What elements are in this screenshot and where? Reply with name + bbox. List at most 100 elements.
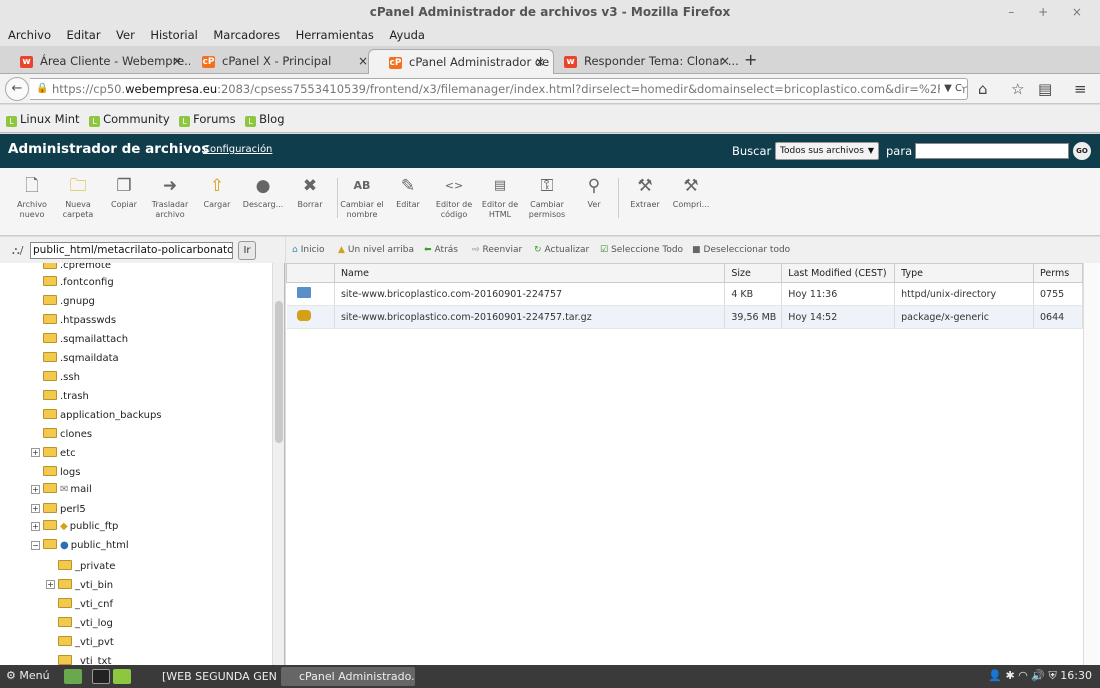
table-row[interactable]: site-www.bricoplastico.com-20160901-2247… [286, 282, 1084, 306]
shield-icon[interactable]: ⛨ [1049, 669, 1057, 682]
tree-item-perl5[interactable]: perl5 [43, 501, 86, 518]
volume-icon[interactable]: 🔊 [1031, 669, 1045, 682]
menu-historial[interactable]: Historial [144, 24, 204, 46]
expand-icon[interactable]: + [46, 580, 55, 589]
window-controls[interactable]: – + × [1008, 0, 1092, 24]
bluetooth-icon[interactable]: ✱ [1006, 669, 1015, 682]
col-size[interactable]: Size [724, 263, 783, 283]
action-select-all[interactable]: ☑ Seleccione Todo [600, 245, 683, 255]
go-button[interactable]: GO [1073, 142, 1091, 160]
tool-download[interactable]: ● Descarg... [240, 176, 286, 210]
menu-ayuda[interactable]: Ayuda [383, 24, 431, 46]
wifi-icon[interactable]: ◠ [1018, 669, 1028, 682]
col-perms[interactable]: Perms [1032, 263, 1084, 283]
tree-item-mail[interactable]: ✉ mail [43, 481, 92, 498]
close-icon[interactable]: × [358, 49, 368, 74]
menu-ver[interactable]: Ver [110, 24, 141, 46]
reload-icon[interactable]: C [955, 83, 962, 94]
go-path-button[interactable]: Ir [238, 241, 256, 260]
tool-copy[interactable]: ❐ Copiar [101, 176, 147, 210]
tree-item-application-backups[interactable]: application_backups [43, 407, 162, 424]
col-name[interactable]: Name [333, 263, 726, 283]
tree-item-gnupg[interactable]: .gnupg [43, 293, 95, 310]
url-dropdown-icon[interactable]: ▼ [944, 83, 952, 94]
tree-item-logs[interactable]: logs [43, 464, 80, 481]
reading-list-icon[interactable]: ▤ [1038, 80, 1052, 98]
bookmark-blog[interactable]: L Blog [245, 105, 285, 133]
tool-html-editor[interactable]: ▤ Editor de HTML [477, 176, 523, 220]
action-back[interactable]: ⬅ Atrás [424, 245, 458, 255]
tool-delete[interactable]: ✖ Borrar [287, 176, 333, 210]
close-icon[interactable]: × [720, 49, 730, 74]
hamburger-menu-icon[interactable]: ≡ [1074, 80, 1087, 98]
action-forward[interactable]: ⇨ Reenviar [472, 245, 522, 255]
task-web-segunda[interactable]: [WEB SEGUNDA GEN... [144, 667, 276, 686]
url-bar[interactable]: 🔒 https://cp50.webempresa.eu:2083/cpsess… [30, 78, 968, 100]
tree-item-vti-log[interactable]: _vti_log [58, 615, 113, 632]
tree-item-cpremote[interactable]: .cpremote [43, 263, 111, 274]
tree-scrollbar[interactable] [272, 263, 284, 665]
tree-item-etc[interactable]: etc [43, 445, 76, 462]
tool-new-file[interactable]: 🗋 Archivo nuevo [9, 176, 55, 220]
tree-item-public-ftp[interactable]: ◆ public_ftp [43, 518, 118, 535]
files-icon[interactable] [113, 669, 131, 684]
back-button[interactable]: ← [5, 77, 29, 101]
search-scope-select[interactable]: Todos sus archivos ▼ [775, 142, 879, 160]
tree-item-vti-pvt[interactable]: _vti_pvt [58, 634, 114, 651]
table-row[interactable]: site-www.bricoplastico.com-20160901-2247… [286, 305, 1084, 329]
start-menu-button[interactable]: ⚙ Menú [6, 669, 50, 682]
tab-responder-tema[interactable]: w Responder Tema: Clonar ... × [544, 49, 738, 74]
bookmark-forums[interactable]: L Forums [179, 105, 236, 133]
tree-item-htpasswds[interactable]: .htpasswds [43, 312, 116, 329]
close-icon[interactable]: × [172, 49, 182, 74]
tree-item-clones[interactable]: clones [43, 426, 92, 443]
tree-item-sqmailattach[interactable]: .sqmailattach [43, 331, 128, 348]
tool-upload[interactable]: ⇧ Cargar [194, 176, 240, 210]
menu-archivo[interactable]: Archivo [0, 24, 57, 46]
bookmark-star-icon[interactable]: ☆ [1011, 80, 1024, 98]
search-input[interactable] [915, 143, 1069, 159]
tool-move[interactable]: ➜ Trasladar archivo [147, 176, 193, 220]
menu-herramientas[interactable]: Herramientas [290, 24, 380, 46]
tab-area-cliente[interactable]: w Área Cliente - Webempre... × [0, 49, 190, 74]
action-deselect-all[interactable]: ■ Deseleccionar todo [692, 245, 790, 255]
tree-item-fontconfig[interactable]: .fontconfig [43, 274, 114, 291]
tool-permissions[interactable]: ⚿ Cambiar permisos [524, 176, 570, 220]
tree-item-sqmaildata[interactable]: .sqmaildata [43, 350, 119, 367]
tool-rename[interactable]: AB Cambiar el nombre [339, 176, 385, 220]
tool-view[interactable]: ⚲ Ver [571, 176, 617, 210]
collapse-icon[interactable]: − [31, 541, 40, 550]
action-up-level[interactable]: ▲ Un nivel arriba [338, 245, 414, 255]
user-icon[interactable]: 👤 [988, 669, 1002, 682]
terminal-icon[interactable] [92, 669, 110, 684]
tree-item-trash[interactable]: .trash [43, 388, 89, 405]
tree-item-ssh[interactable]: .ssh [43, 369, 80, 386]
tool-extract[interactable]: ⚒ Extraer [622, 176, 668, 210]
expand-icon[interactable]: + [31, 485, 40, 494]
tree-item-private[interactable]: _private [58, 558, 115, 575]
expand-icon[interactable]: + [31, 522, 40, 531]
expand-icon[interactable]: + [31, 504, 40, 513]
col-type[interactable]: Type [894, 263, 1034, 283]
home-icon[interactable]: ⌂ [978, 80, 988, 98]
tree-scrollbar-thumb[interactable] [275, 301, 283, 443]
tool-code-editor[interactable]: <> Editor de código [431, 176, 477, 220]
bookmark-community[interactable]: L Community [89, 105, 170, 133]
tab-cpanel-principal[interactable]: cP cPanel X - Principal × [182, 49, 376, 74]
tool-edit[interactable]: ✎ Editar [385, 176, 431, 210]
expand-icon[interactable]: + [31, 448, 40, 457]
menu-marcadores[interactable]: Marcadores [207, 24, 286, 46]
col-modified[interactable]: Last Modified (CEST) [781, 263, 896, 283]
config-link[interactable]: Configuración [203, 144, 272, 155]
tab-cpanel-filemanager[interactable]: cP cPanel Administrador de ... × [368, 49, 554, 74]
tree-item-public-html[interactable]: ● public_html [43, 537, 129, 554]
menu-editar[interactable]: Editar [61, 24, 107, 46]
file-pane-scrollbar[interactable] [1083, 263, 1098, 665]
bookmark-linux-mint[interactable]: L Linux Mint [6, 105, 80, 133]
tree-item-vti-cnf[interactable]: _vti_cnf [58, 596, 113, 613]
task-cpanel[interactable]: cPanel Administrado... [281, 667, 415, 686]
action-refresh[interactable]: ↻ Actualizar [534, 245, 589, 255]
show-desktop-icon[interactable] [64, 669, 82, 684]
tool-new-folder[interactable]: 🗀 Nueva carpeta [55, 176, 101, 220]
new-tab-button[interactable]: + [744, 50, 757, 69]
